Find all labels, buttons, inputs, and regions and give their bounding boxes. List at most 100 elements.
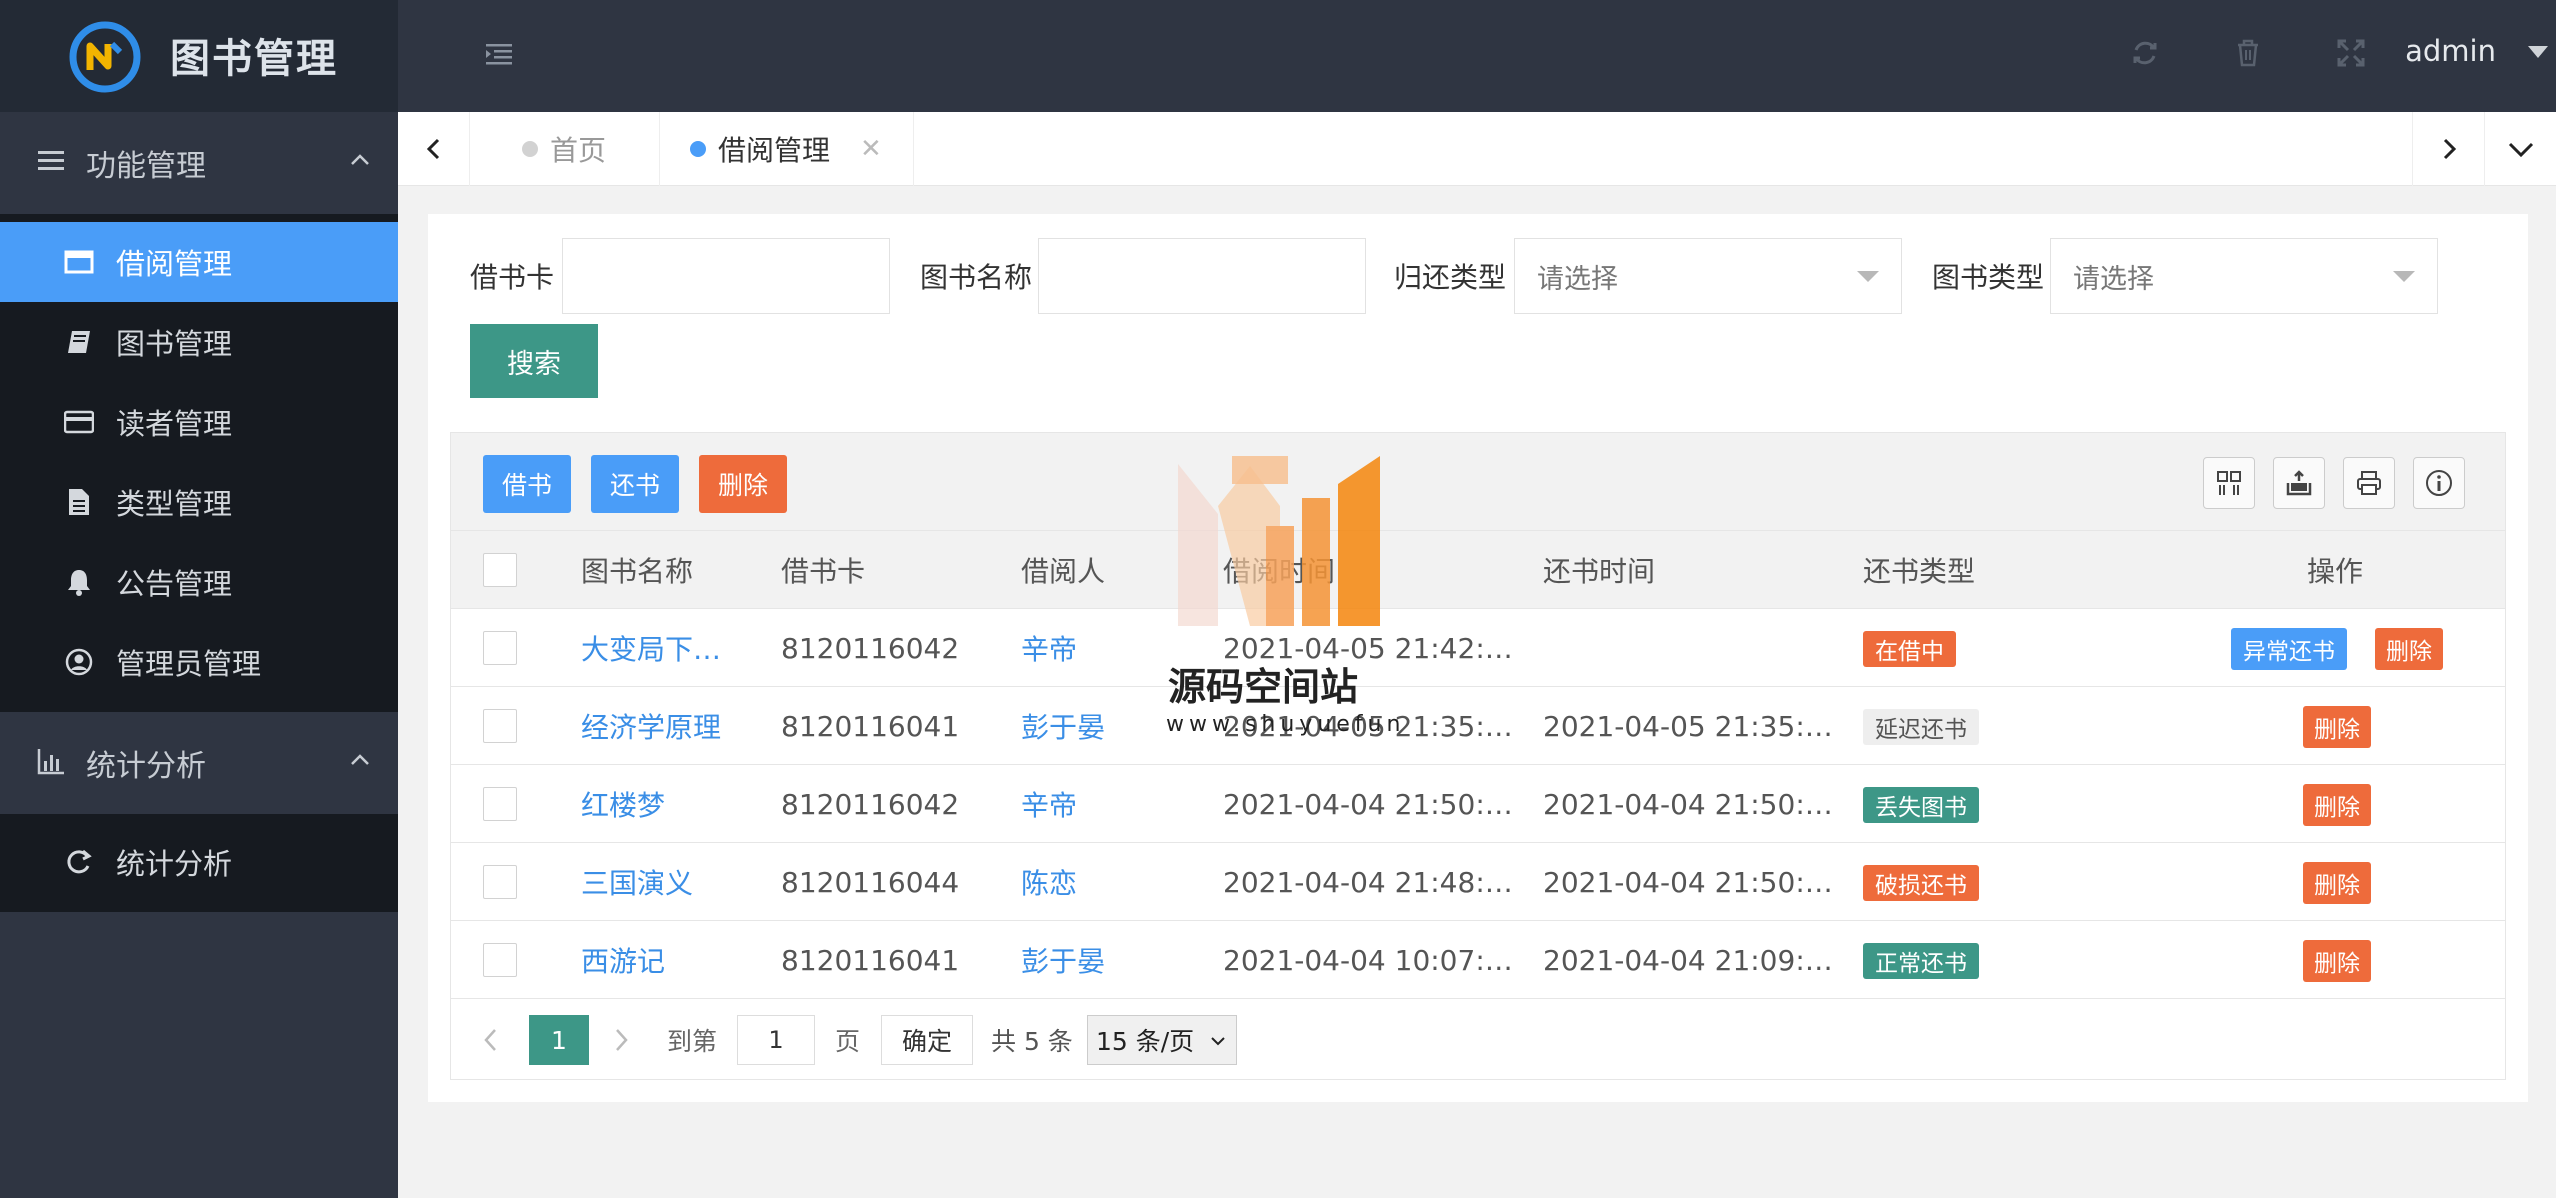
- book-name-link[interactable]: 经济学原理: [581, 687, 721, 765]
- sidebar-item-label: 公告管理: [116, 567, 233, 601]
- sidebar-item-readers[interactable]: 读者管理: [0, 382, 398, 462]
- borrow-time: 2021-04-04 21:50:…: [1223, 787, 1513, 821]
- close-icon[interactable]: ✕: [860, 134, 882, 164]
- filter-card-label: 借书卡: [470, 261, 555, 294]
- return-button[interactable]: 还书: [591, 455, 679, 513]
- goto-page-input[interactable]: [737, 1015, 815, 1065]
- book-name-link[interactable]: 西游记: [581, 921, 665, 999]
- caret-down-icon: [1857, 271, 1879, 282]
- reader-name-link[interactable]: 辛帝: [1021, 765, 1077, 843]
- reader-name-link[interactable]: 彭于晏: [1021, 921, 1105, 999]
- row-checkbox[interactable]: [483, 865, 517, 899]
- column-header-reader[interactable]: 借阅人: [1021, 531, 1105, 609]
- status-badge: 在借中: [1863, 631, 1956, 667]
- chevron-left-icon[interactable]: [481, 1027, 501, 1053]
- tab-scroll-right-button[interactable]: [2412, 112, 2484, 186]
- book-icon: [68, 331, 90, 353]
- chevron-down-icon: [1211, 1037, 1225, 1046]
- card-number: 8120116041: [781, 709, 960, 743]
- chevron-right-icon: [2443, 138, 2456, 160]
- book-name-link[interactable]: 大变局下…: [581, 609, 721, 687]
- row-delete-button[interactable]: 删除: [2303, 862, 2371, 904]
- export-button[interactable]: [2273, 457, 2325, 509]
- fold-menu-icon[interactable]: [484, 40, 514, 68]
- select-all-checkbox[interactable]: [483, 553, 517, 587]
- menu-group-label: 功能管理: [86, 149, 206, 184]
- reader-name-link[interactable]: 彭于晏: [1021, 687, 1105, 765]
- table-row: 经济学原理 8120116041 彭于晏 2021-04-05 21:35:… …: [451, 687, 2505, 765]
- refresh-icon[interactable]: [2130, 38, 2160, 68]
- reader-name-link[interactable]: 辛帝: [1021, 609, 1077, 687]
- chevron-right-icon[interactable]: [611, 1027, 631, 1053]
- tab-home[interactable]: 首页: [470, 112, 660, 186]
- sidebar-item-statistics[interactable]: 统计分析: [0, 822, 398, 902]
- info-button[interactable]: [2413, 457, 2465, 509]
- book-name-link[interactable]: 三国演义: [581, 843, 693, 921]
- search-button[interactable]: 搜索: [470, 324, 598, 398]
- tab-status-dot: [522, 141, 538, 157]
- row-delete-button[interactable]: 删除: [2375, 628, 2443, 670]
- card-number: 8120116042: [781, 631, 960, 665]
- card-number: 8120116044: [781, 865, 960, 899]
- delete-button[interactable]: 删除: [699, 455, 787, 513]
- tab-label: 借阅管理: [718, 134, 831, 167]
- card-number-input[interactable]: [562, 238, 890, 314]
- table-header: 图书名称 借书卡 借阅人 借阅时间 还书时间 还书类型 操作: [451, 531, 2505, 609]
- sidebar-item-books[interactable]: 图书管理: [0, 302, 398, 382]
- menu-group-statistics[interactable]: 统计分析: [0, 712, 398, 814]
- sidebar-item-admins[interactable]: 管理员管理: [0, 622, 398, 702]
- row-checkbox[interactable]: [483, 709, 517, 743]
- goto-label: 到第: [667, 1027, 718, 1056]
- tab-scroll-left-button[interactable]: [398, 112, 470, 186]
- goto-confirm-button[interactable]: 确定: [881, 1015, 973, 1065]
- fullscreen-icon[interactable]: [2336, 38, 2366, 68]
- row-checkbox[interactable]: [483, 943, 517, 977]
- row-delete-button[interactable]: 删除: [2303, 784, 2371, 826]
- reader-name-link[interactable]: 陈恋: [1021, 843, 1077, 921]
- tab-borrow-management[interactable]: 借阅管理 ✕: [660, 112, 914, 186]
- card-icon: [64, 410, 94, 434]
- card-number: 8120116041: [781, 943, 960, 977]
- table-row: 三国演义 8120116044 陈恋 2021-04-04 21:48:… 20…: [451, 843, 2505, 921]
- user-circle-icon: [65, 648, 93, 676]
- print-icon: [2357, 471, 2381, 495]
- return-type-select[interactable]: 请选择: [1514, 238, 1902, 314]
- row-delete-button[interactable]: 删除: [2303, 706, 2371, 748]
- tab-menu-button[interactable]: [2484, 112, 2556, 186]
- chevron-up-icon: [351, 154, 369, 165]
- print-button[interactable]: [2343, 457, 2395, 509]
- sidebar-item-borrow[interactable]: 借阅管理: [0, 222, 398, 302]
- page-size-select[interactable]: 15 条/页: [1087, 1015, 1237, 1065]
- sidebar-item-label: 借阅管理: [116, 247, 233, 281]
- trash-icon[interactable]: [2233, 38, 2263, 68]
- sidebar-item-notices[interactable]: 公告管理: [0, 542, 398, 622]
- caret-down-icon: [2393, 271, 2415, 282]
- abnormal-return-button[interactable]: 异常还书: [2231, 628, 2347, 670]
- row-delete-button[interactable]: 删除: [2303, 940, 2371, 982]
- tab-bar: 首页 借阅管理 ✕: [398, 112, 2556, 186]
- column-header-book-name[interactable]: 图书名称: [581, 531, 693, 609]
- page-number-current[interactable]: 1: [529, 1015, 589, 1065]
- book-name-input[interactable]: [1038, 238, 1366, 314]
- caret-down-icon[interactable]: [2528, 46, 2548, 58]
- columns-toggle-button[interactable]: [2203, 457, 2255, 509]
- logo[interactable]: 图书管理: [0, 0, 398, 112]
- row-checkbox[interactable]: [483, 787, 517, 821]
- sidebar-item-types[interactable]: 类型管理: [0, 462, 398, 542]
- row-checkbox[interactable]: [483, 631, 517, 665]
- user-menu[interactable]: admin: [2405, 34, 2496, 68]
- column-header-return-time[interactable]: 还书时间: [1543, 531, 1655, 609]
- column-header-return-type[interactable]: 还书类型: [1863, 531, 1975, 609]
- card-number: 8120116042: [781, 787, 960, 821]
- table-toolbar: 借书 还书 删除: [451, 433, 2505, 531]
- columns-icon: [2217, 471, 2241, 495]
- book-type-select[interactable]: 请选择: [2050, 238, 2438, 314]
- return-time: 2021-04-04 21:50:…: [1543, 865, 1833, 899]
- borrow-button[interactable]: 借书: [483, 455, 571, 513]
- filter-book-name-label: 图书名称: [920, 261, 1033, 294]
- book-name-link[interactable]: 红楼梦: [581, 765, 665, 843]
- column-header-card[interactable]: 借书卡: [781, 531, 865, 609]
- menu-group-functions[interactable]: 功能管理: [0, 112, 398, 214]
- refresh-icon: [67, 849, 92, 874]
- column-header-actions: 操作: [2307, 555, 2364, 588]
